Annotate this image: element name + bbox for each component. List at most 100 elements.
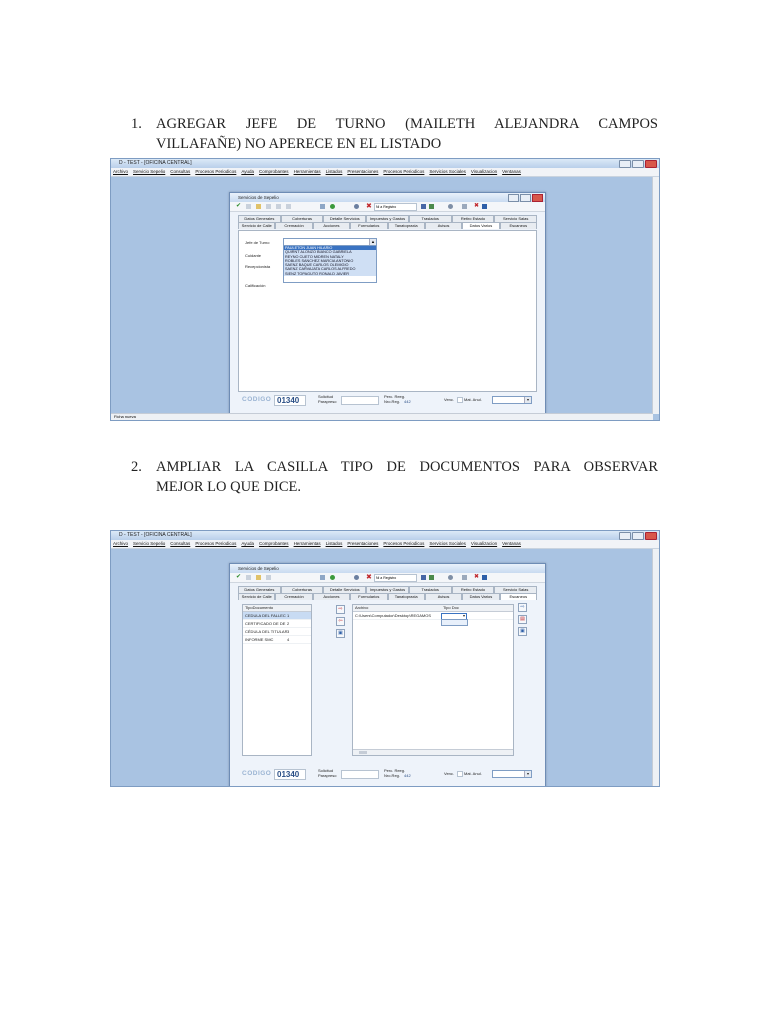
minimize-icon[interactable] (619, 532, 631, 540)
menu-item[interactable]: Presentaciones (347, 169, 378, 174)
maximize-icon[interactable] (632, 532, 644, 540)
menu-item[interactable]: Servicios Sociales (429, 541, 466, 546)
print-icon[interactable]: ▤ (518, 615, 527, 624)
nav-icon[interactable] (266, 575, 271, 580)
menu-item[interactable]: Procesos Periodicos (195, 169, 236, 174)
menu-item[interactable]: Ventanas (502, 169, 521, 174)
menu-item[interactable]: Consultas (170, 169, 190, 174)
menu-item[interactable]: Ventanas (502, 541, 521, 546)
print-icon[interactable] (320, 575, 325, 580)
menu-item[interactable]: Archivo (113, 541, 128, 546)
print-icon[interactable] (320, 204, 325, 209)
chevron-down-icon[interactable]: ▾ (524, 397, 531, 403)
tab-impuestos[interactable]: Impuestos y Gastos (366, 215, 409, 222)
list-option[interactable]: SIENZ TOPAGUTO RONALD JAVIER (284, 271, 376, 277)
menu-item[interactable]: Listados (326, 541, 343, 546)
menu-item[interactable]: Servicios Sociales (429, 169, 466, 174)
maximize-icon[interactable] (520, 194, 531, 202)
delete-file-icon[interactable]: ▣ (518, 627, 527, 636)
venc-checkbox[interactable] (457, 771, 463, 777)
tab-traslados[interactable]: Traslados (408, 215, 452, 222)
tab-retiro-estado[interactable]: Retiro Estado (451, 215, 495, 222)
zoom-icon[interactable] (448, 204, 453, 209)
tab-coberturas[interactable]: Coberturas (280, 586, 324, 593)
tab-tanatopraxia[interactable]: Tanatopraxia (387, 593, 425, 600)
menu-item[interactable]: Herramientas (294, 541, 321, 546)
tab-formularios[interactable]: Formularios (350, 593, 388, 600)
nav-icon[interactable] (266, 204, 271, 209)
solicitud-field[interactable] (341, 396, 379, 405)
chevron-down-icon[interactable]: ▾ (524, 771, 531, 777)
check-icon[interactable]: ✔ (236, 574, 241, 580)
tab-servicio-calle[interactable]: Servicio de Calle (238, 593, 276, 600)
menu-item[interactable]: Archivo (113, 169, 128, 174)
tab-servicio-salas[interactable]: Servicio Salas (494, 586, 538, 593)
menu-item[interactable]: Procesos Periodicos (383, 169, 424, 174)
tab-datos-varios[interactable]: Datos Varios (462, 593, 500, 600)
filter-icon[interactable] (421, 575, 426, 580)
search-icon[interactable] (354, 575, 359, 580)
menu-item[interactable]: Procesos Periodicos (195, 541, 236, 546)
goto-record-field[interactable]: Ni a Registro (374, 203, 417, 211)
close-icon[interactable] (645, 160, 657, 168)
search-icon[interactable] (354, 204, 359, 209)
close-record-icon[interactable]: ✖ (474, 203, 479, 209)
edit-icon[interactable] (256, 204, 261, 209)
menu-item[interactable]: Ayuda (241, 541, 254, 546)
menu-item[interactable]: Visualizacion (471, 169, 497, 174)
tab-formularios[interactable]: Formularios (350, 222, 388, 229)
tab-datos-generales[interactable]: Datos Generales (238, 586, 281, 593)
menu-item[interactable]: Visualizacion (471, 541, 497, 546)
tab-servicio-salas[interactable]: Servicio Salas (494, 215, 538, 222)
nav-icon[interactable] (286, 204, 291, 209)
edit-icon[interactable] (256, 575, 261, 580)
tab-avisos[interactable]: Avisos (424, 593, 463, 600)
tab-servicio-calle[interactable]: Servicio de Calle (238, 222, 276, 229)
exit-icon[interactable] (482, 204, 487, 209)
menu-item[interactable]: Servicio Sepelio (133, 541, 165, 546)
venc-checkbox[interactable] (457, 397, 463, 403)
tipo-doc-dropdown[interactable] (441, 619, 468, 626)
tab-cremacion[interactable]: Cremación (275, 593, 313, 600)
tab-traslados[interactable]: Traslados (408, 586, 452, 593)
tab-acciones[interactable]: Acciones (312, 593, 351, 600)
menu-item[interactable]: Ayuda (241, 169, 254, 174)
table-row[interactable]: CÉDULA DEL TITULAR 3 (243, 628, 311, 636)
add-arrow-icon[interactable]: ⇨ (336, 605, 345, 614)
goto-record-field[interactable]: Ni a Registro (374, 574, 417, 582)
tab-tanatopraxia[interactable]: Tanatopraxia (387, 222, 425, 229)
tab-acciones[interactable]: Acciones (312, 222, 351, 229)
menu-item[interactable]: Listados (326, 169, 343, 174)
matanul-combo[interactable]: ▾ (492, 396, 532, 404)
menu-item[interactable]: Presentaciones (347, 541, 378, 546)
minimize-icon[interactable] (619, 160, 631, 168)
undo-icon[interactable] (246, 575, 251, 580)
minimize-icon[interactable] (508, 194, 519, 202)
tools-icon[interactable] (462, 575, 467, 580)
menu-item[interactable]: Servicio Sepelio (133, 169, 165, 174)
tab-avisos[interactable]: Avisos (424, 222, 463, 229)
menu-item[interactable]: Procesos Periodicos (383, 541, 424, 546)
table-row[interactable]: INFORME SMC 4 (243, 636, 311, 644)
tab-cremacion[interactable]: Cremación (275, 222, 313, 229)
tab-impuestos[interactable]: Impuestos y Gastos (366, 586, 409, 593)
menu-item[interactable]: Consultas (170, 541, 190, 546)
table-row[interactable]: C:\Users\Computador\Desktop\REGAMOS ▾ (353, 612, 513, 620)
table-row[interactable]: CERTIFICADO DE DE 2 (243, 620, 311, 628)
close-icon[interactable] (645, 532, 657, 540)
close-record-icon[interactable]: ✖ (474, 574, 479, 580)
refresh-icon[interactable] (330, 204, 335, 209)
refresh-icon[interactable] (330, 575, 335, 580)
tab-datos-generales[interactable]: Datos Generales (238, 215, 281, 222)
export-icon[interactable] (429, 575, 434, 580)
nav-icon[interactable] (276, 204, 281, 209)
zoom-icon[interactable] (448, 575, 453, 580)
tab-retiro-estado[interactable]: Retiro Estado (451, 586, 495, 593)
solicitud-field[interactable] (341, 770, 379, 779)
tab-escaneos[interactable]: Escaneos (499, 222, 537, 229)
remove-arrow-icon[interactable]: ⇦ (336, 617, 345, 626)
delete-icon[interactable]: ✖ (366, 203, 372, 210)
chevron-down-icon[interactable]: ▾ (463, 612, 465, 619)
scan-icon[interactable]: ▣ (336, 629, 345, 638)
maximize-icon[interactable] (632, 160, 644, 168)
